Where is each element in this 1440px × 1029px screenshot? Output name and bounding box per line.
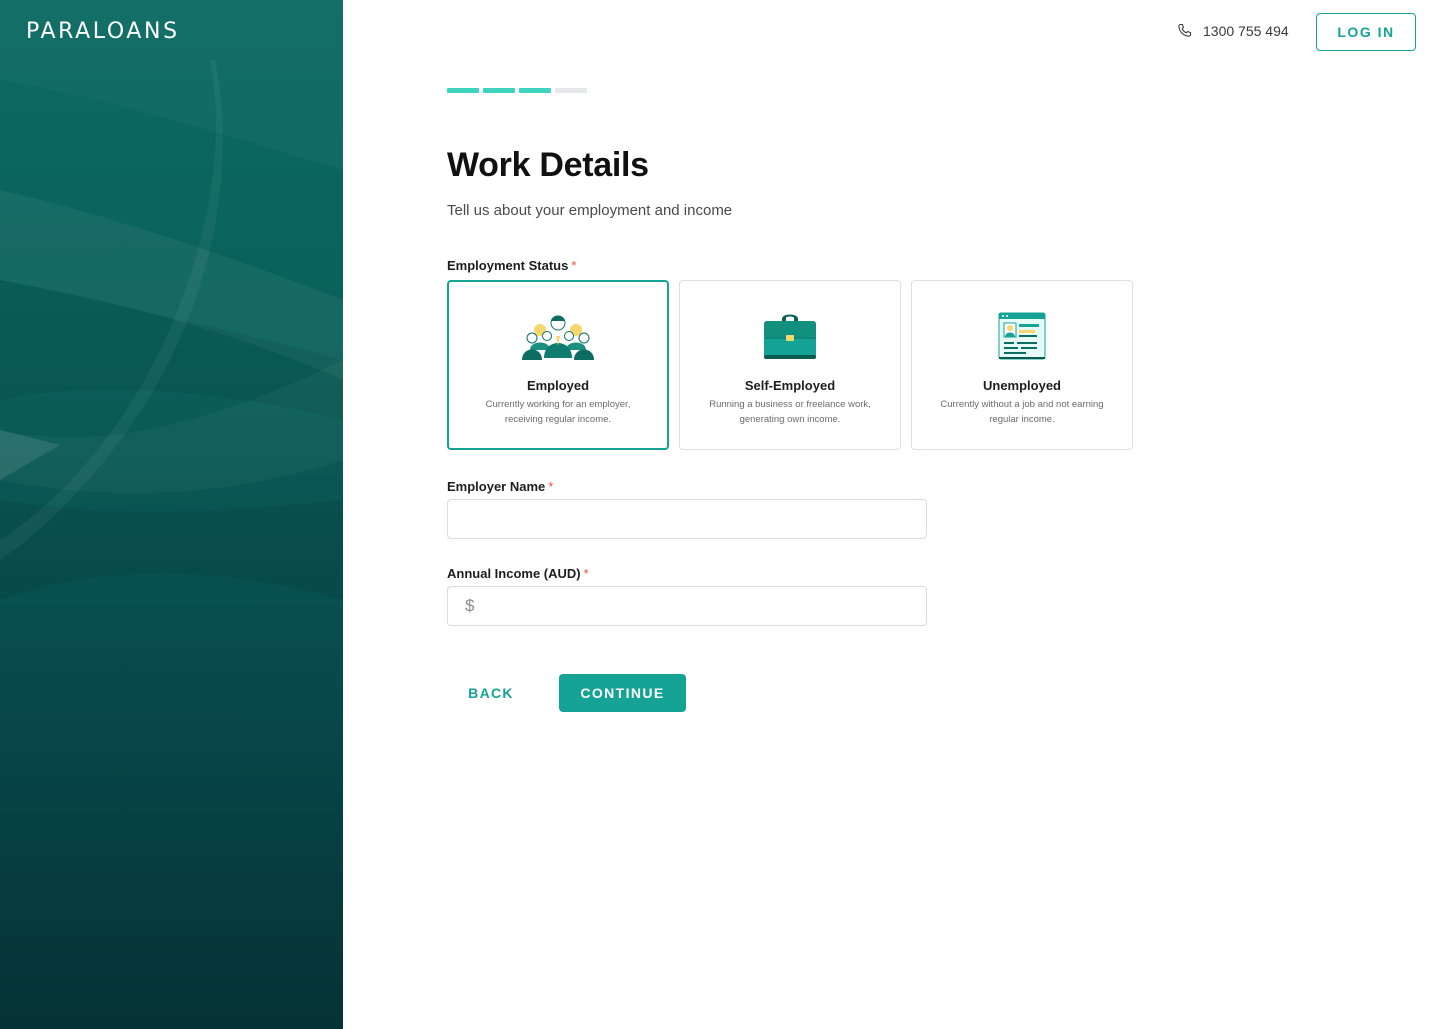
employer-name-label-text: Employer Name bbox=[447, 479, 546, 494]
required-marker: * bbox=[548, 479, 554, 494]
phone-number[interactable]: 1300 755 494 bbox=[1203, 23, 1289, 39]
option-title: Employed bbox=[526, 378, 590, 393]
paraloans-logo[interactable]: PARALOANS bbox=[26, 19, 180, 44]
annual-income-label-text: Annual Income (AUD) bbox=[447, 566, 581, 581]
option-title: Self-Employed bbox=[744, 378, 836, 393]
team-people-icon bbox=[518, 309, 598, 363]
annual-income-input[interactable] bbox=[447, 586, 927, 626]
currency-prefix: $ bbox=[465, 596, 475, 615]
phone-icon bbox=[1178, 23, 1192, 37]
option-unemployed[interactable]: Unemployed Currently without a job and n… bbox=[911, 280, 1133, 450]
required-marker: * bbox=[583, 566, 589, 581]
employment-status-options: Employed Currently working for an employ… bbox=[447, 280, 1133, 450]
option-employed[interactable]: Employed Currently working for an employ… bbox=[447, 280, 669, 450]
progress-indicator bbox=[447, 88, 587, 93]
annual-income-label: Annual Income (AUD) * bbox=[447, 566, 589, 581]
option-self-employed[interactable]: Self-Employed Running a business or free… bbox=[679, 280, 901, 450]
option-description: Running a business or freelance work, ge… bbox=[709, 399, 871, 425]
login-button[interactable]: LOG IN bbox=[1316, 13, 1416, 51]
required-marker: * bbox=[571, 258, 577, 273]
briefcase-icon bbox=[750, 309, 830, 363]
employer-name-label: Employer Name * bbox=[447, 479, 553, 494]
back-button[interactable]: BACK bbox=[447, 674, 535, 712]
resume-document-icon bbox=[982, 309, 1062, 363]
page-subtitle: Tell us about your employment and income bbox=[447, 202, 733, 219]
sidebar-wave-pattern bbox=[0, 60, 343, 600]
brand-sidebar: PARALOANS bbox=[0, 0, 343, 1029]
employment-status-label: Employment Status * bbox=[447, 258, 576, 273]
option-title: Unemployed bbox=[982, 378, 1061, 393]
phone-contact[interactable]: 1300 755 494 bbox=[1176, 22, 1289, 39]
option-description: Currently working for an employer, recei… bbox=[485, 399, 631, 425]
employment-status-label-text: Employment Status bbox=[447, 258, 569, 273]
option-description: Currently without a job and not earning … bbox=[940, 399, 1104, 425]
page-title: Work Details bbox=[447, 146, 649, 184]
employer-name-input[interactable] bbox=[447, 499, 927, 539]
progress-step-1 bbox=[447, 88, 479, 93]
continue-button[interactable]: CONTINUE bbox=[559, 674, 686, 712]
progress-step-3 bbox=[519, 88, 551, 93]
progress-step-2 bbox=[483, 88, 515, 93]
progress-step-4 bbox=[555, 88, 587, 93]
